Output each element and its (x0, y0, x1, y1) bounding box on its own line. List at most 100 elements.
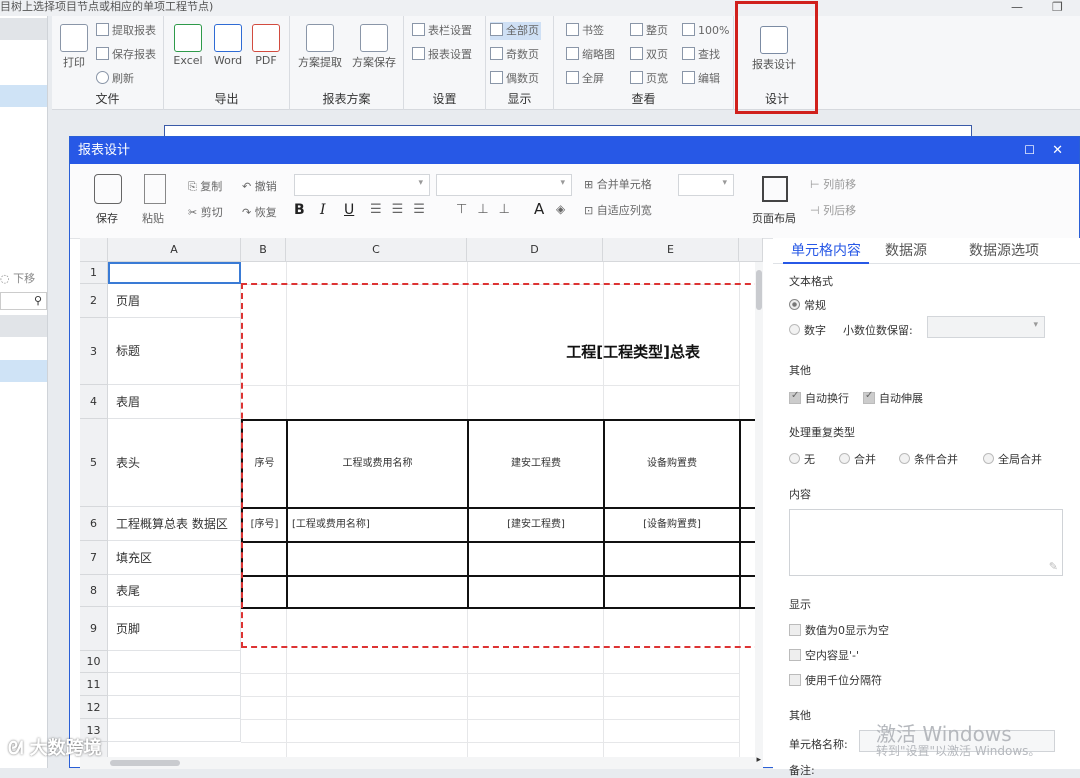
report-settings-button[interactable]: 报表设置 (412, 46, 472, 64)
cell-a10[interactable] (108, 651, 241, 673)
cell-a7[interactable]: 填充区 (108, 541, 241, 575)
col-backward-button[interactable]: ⊣ 列后移 (810, 202, 856, 218)
double-page-button[interactable]: 双页 (630, 46, 668, 64)
cell-a6[interactable]: 工程概算总表 数据区 (108, 507, 241, 541)
cell-a5[interactable]: 表头 (108, 419, 241, 507)
col-header-e[interactable]: E (603, 238, 739, 262)
edit-button[interactable]: 编辑 (682, 70, 720, 88)
auto-wrap-checkbox[interactable]: 自动换行 (789, 390, 849, 406)
zoom-button[interactable]: 100% (682, 22, 729, 40)
autofit-column-button[interactable]: ⊡ 自适应列宽 (584, 202, 652, 218)
page-layout-button[interactable]: 页面布局 (752, 210, 796, 226)
cell-a2[interactable]: 页眉 (108, 284, 241, 318)
row-header[interactable]: 3 (80, 318, 108, 385)
save-button[interactable]: 保存 (96, 210, 118, 226)
bold-button[interactable]: B (294, 202, 305, 218)
auto-extend-checkbox[interactable]: 自动伸展 (863, 390, 923, 406)
cell-a9[interactable]: 页脚 (108, 607, 241, 651)
cell-a11[interactable] (108, 673, 241, 696)
tab-data-source-options[interactable]: 数据源选项 (969, 238, 1039, 264)
align-buttons[interactable]: ☰☰☰ (370, 202, 435, 217)
dup-option-conditional[interactable]: 条件合并 (899, 451, 958, 467)
copy-button[interactable]: ⎘ 复制 (188, 178, 222, 194)
export-excel-button[interactable]: Excel (168, 20, 208, 67)
row-header[interactable]: 8 (80, 575, 108, 607)
h-scroll-thumb[interactable] (110, 760, 180, 766)
column-settings-button[interactable]: 表栏设置 (412, 22, 472, 40)
close-icon[interactable]: ✕ (1052, 137, 1063, 164)
thousands-checkbox[interactable]: 使用千位分隔符 (789, 672, 882, 688)
scheme-fetch-button[interactable]: 方案提取 (294, 20, 346, 70)
vertical-scrollbar[interactable] (755, 262, 763, 757)
bookmark-button[interactable]: 书签 (566, 22, 604, 40)
tree-selected-row[interactable] (0, 85, 47, 107)
dup-option-global[interactable]: 全局合并 (983, 451, 1042, 467)
dup-option-none[interactable]: 无 (789, 451, 815, 467)
cell-a12[interactable] (108, 696, 241, 719)
minimize-icon[interactable]: — (1011, 0, 1023, 14)
cell-a3[interactable]: 标题 (108, 318, 241, 385)
refresh-button[interactable]: 刷新 (96, 70, 134, 88)
row-header[interactable]: 4 (80, 385, 108, 419)
italic-button[interactable]: I (320, 202, 326, 218)
font-size-select[interactable] (436, 174, 572, 196)
col-forward-button[interactable]: ⊢ 列前移 (810, 176, 856, 192)
valign-buttons[interactable]: ⊤⊥⊥ (456, 202, 520, 217)
row-header[interactable]: 10 (80, 651, 108, 673)
decimals-select[interactable] (927, 316, 1045, 338)
corner-cell[interactable] (80, 238, 108, 262)
paste-button[interactable]: 粘贴 (142, 210, 164, 226)
empty-dash-checkbox[interactable]: 空内容显'-' (789, 647, 859, 663)
fill-color-icon[interactable]: ◈ (556, 202, 565, 216)
save-report-button[interactable]: 保存报表 (96, 46, 156, 64)
export-pdf-button[interactable]: PDF (246, 20, 286, 67)
row-header[interactable]: 9 (80, 607, 108, 651)
col-header-c[interactable]: C (286, 238, 467, 262)
maximize-icon[interactable]: ☐ (1024, 137, 1035, 164)
col-header-b[interactable]: B (241, 238, 286, 262)
tab-cell-content[interactable]: 单元格内容 (783, 238, 869, 264)
print-button[interactable]: 打印 (54, 20, 94, 70)
scroll-thumb[interactable] (756, 270, 762, 310)
cut-button[interactable]: ✂ 剪切 (188, 204, 223, 220)
edit-icon[interactable]: ✎ (1049, 560, 1058, 573)
row-header[interactable]: 7 (80, 541, 108, 575)
horizontal-scrollbar[interactable]: ▸ (80, 755, 763, 769)
cell-a1[interactable] (108, 262, 241, 284)
border-select[interactable] (678, 174, 734, 196)
font-family-select[interactable] (294, 174, 430, 196)
even-pages-button[interactable]: 偶数页 (490, 70, 539, 88)
col-header-d[interactable]: D (467, 238, 603, 262)
zero-empty-checkbox[interactable]: 数值为0显示为空 (789, 622, 889, 638)
cell-a13[interactable] (108, 719, 241, 742)
content-textarea[interactable]: ✎ (789, 509, 1063, 576)
col-header-a[interactable]: A (108, 238, 241, 262)
font-color-button[interactable]: A (534, 200, 544, 218)
scheme-save-button[interactable]: 方案保存 (348, 20, 400, 70)
undo-button[interactable]: ↶ 撤销 (242, 178, 277, 194)
row-header[interactable]: 11 (80, 673, 108, 696)
restore-icon[interactable]: ❐ (1052, 0, 1063, 14)
merge-cells-button[interactable]: ⊞ 合并单元格 (584, 176, 652, 192)
row-header[interactable]: 12 (80, 696, 108, 719)
odd-pages-button[interactable]: 奇数页 (490, 46, 539, 64)
move-down-button[interactable]: ◌ 下移 (0, 270, 47, 286)
radio-number[interactable]: 数字 (789, 322, 826, 338)
cell-a8[interactable]: 表尾 (108, 575, 241, 607)
thumbnail-button[interactable]: 缩略图 (566, 46, 615, 64)
tab-data-source[interactable]: 数据源 (885, 238, 927, 264)
redo-button[interactable]: ↷ 恢复 (242, 204, 277, 220)
page-width-button[interactable]: 页宽 (630, 70, 668, 88)
radio-normal[interactable]: 常规 (789, 297, 826, 313)
spreadsheet-grid[interactable]: A B C D E 1 2 页眉 3 标题 4 表眉 5 表头 6 工程概算总表… (80, 238, 763, 769)
export-word-button[interactable]: Word (208, 20, 248, 67)
find-button[interactable]: 查找 (682, 46, 720, 64)
tree-search-input[interactable]: ⚲ (0, 292, 47, 310)
all-pages-button[interactable]: 全部页 (490, 22, 541, 40)
search-icon[interactable]: ⚲ (34, 294, 42, 307)
dup-option-merge[interactable]: 合并 (839, 451, 876, 467)
cell-a4[interactable]: 表眉 (108, 385, 241, 419)
col-header-f[interactable] (739, 238, 763, 262)
row-header[interactable]: 5 (80, 419, 108, 507)
row-header[interactable]: 1 (80, 262, 108, 284)
